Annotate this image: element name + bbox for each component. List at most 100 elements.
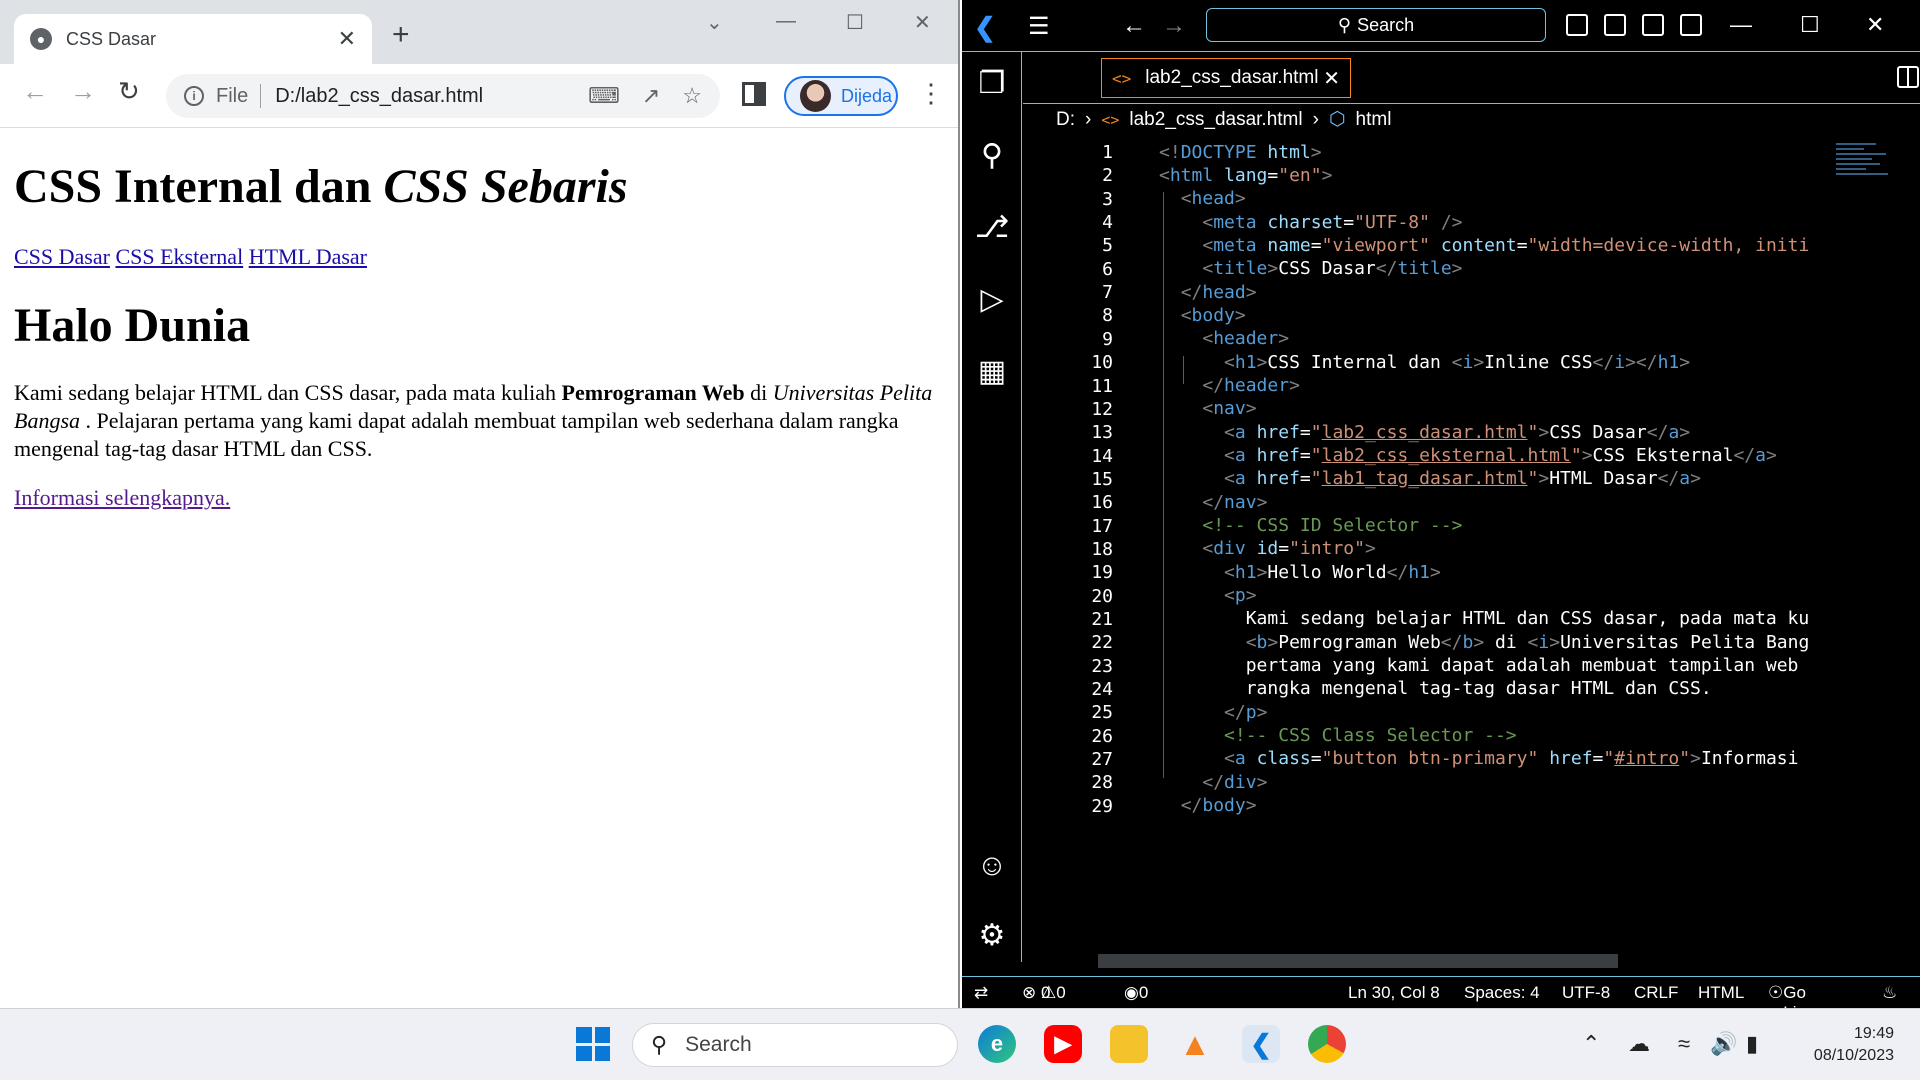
breadcrumb-file[interactable]: lab2_css_dasar.html — [1129, 109, 1302, 131]
profile-button[interactable]: Dijeda — [784, 76, 898, 116]
back-arrow-icon[interactable]: ← — [1122, 12, 1146, 40]
breadcrumb-drive[interactable]: D: — [1056, 109, 1075, 131]
line-number: 20 — [1091, 585, 1113, 607]
search-label: Search — [1357, 14, 1415, 35]
indentation-status[interactable]: Spaces: 4 — [1464, 983, 1540, 1003]
page-content: CSS Internal dan CSS Sebaris CSS Dasar C… — [14, 140, 944, 511]
page-heading: CSS Internal dan CSS Sebaris — [14, 158, 944, 216]
line-number: 19 — [1091, 562, 1113, 584]
code-line: </body> — [1180, 795, 1257, 816]
youtube-icon[interactable]: ▶ — [1044, 1025, 1082, 1063]
edge-icon[interactable]: e — [978, 1025, 1016, 1063]
chrome-icon[interactable] — [1308, 1025, 1346, 1063]
extensions-icon[interactable]: ▦ — [974, 354, 1010, 390]
file-tab[interactable]: <> lab2_css_dasar.html ✕ — [1101, 58, 1351, 98]
line-number: 4 — [1102, 212, 1113, 234]
remote-icon[interactable]: ⇄ — [974, 983, 988, 1003]
search-icon[interactable]: ⚲ — [974, 138, 1010, 174]
minimize-button[interactable]: — — [776, 10, 796, 33]
gear-icon[interactable]: ⚙ — [974, 918, 1010, 954]
scheme-label: File — [216, 84, 249, 107]
info-icon[interactable]: i — [184, 86, 204, 106]
forward-arrow-icon[interactable]: → — [1162, 12, 1186, 40]
hamburger-menu-icon[interactable]: ☰ — [1028, 12, 1050, 41]
browser-tab[interactable]: ● CSS Dasar ✕ — [14, 14, 372, 64]
line-number: 29 — [1091, 795, 1113, 817]
minimap[interactable] — [1836, 140, 1898, 200]
chevron-up-icon[interactable]: ⌃ — [1582, 1031, 1600, 1057]
customize-layout-icon[interactable] — [1680, 14, 1702, 36]
line-number: 25 — [1091, 702, 1113, 724]
maximize-button[interactable]: ☐ — [1800, 12, 1820, 38]
language-status[interactable]: HTML — [1698, 983, 1744, 1003]
back-button[interactable]: ← — [22, 78, 48, 104]
url-text[interactable]: D:/lab2_css_dasar.html — [275, 85, 566, 108]
reload-button[interactable]: ↻ — [118, 78, 140, 104]
toggle-sidebar-icon[interactable] — [1566, 14, 1588, 36]
line-number: 10 — [1091, 352, 1113, 374]
search-label: Search — [685, 1033, 752, 1056]
nav-link-css-eksternal[interactable]: CSS Eksternal — [115, 244, 243, 269]
star-icon[interactable]: ☆ — [682, 83, 702, 109]
close-window-button[interactable]: ✕ — [1866, 12, 1884, 38]
profile-name: Dijeda — [840, 85, 892, 106]
line-number: 9 — [1102, 328, 1113, 350]
clock[interactable]: 19:49 08/10/2023 — [1790, 1023, 1894, 1067]
horizontal-scrollbar[interactable] — [1098, 954, 1618, 968]
vscode-taskbar-icon[interactable]: ❮ — [1242, 1025, 1280, 1063]
cursor-position[interactable]: Ln 30, Col 8 — [1348, 983, 1440, 1003]
wifi-icon[interactable]: ≈ — [1678, 1031, 1690, 1057]
tab-search-icon[interactable]: ⌄ — [706, 10, 723, 35]
explorer-icon[interactable]: ❐ — [974, 66, 1010, 102]
line-number: 1 — [1102, 142, 1113, 163]
toggle-secondary-sidebar-icon[interactable] — [1642, 14, 1664, 36]
ports-status[interactable]: ◉ 0 — [1124, 983, 1148, 1003]
intro-heading: Halo Dunia — [14, 298, 251, 352]
encoding-status[interactable]: UTF-8 — [1562, 983, 1610, 1003]
breadcrumb-symbol[interactable]: html — [1356, 109, 1392, 131]
nav-link-html-dasar[interactable]: HTML Dasar — [249, 244, 367, 269]
minimize-button[interactable]: — — [1730, 12, 1752, 38]
close-tab-icon[interactable]: ✕ — [338, 26, 356, 52]
accounts-icon[interactable]: ☺ — [974, 848, 1010, 884]
volume-icon[interactable]: 🔊 — [1710, 1031, 1737, 1057]
toggle-panel-icon[interactable] — [1604, 14, 1626, 36]
html-file-icon: <> — [1112, 68, 1132, 88]
address-bar[interactable]: i File D:/lab2_css_dasar.html ⌨ ↗ ☆ — [166, 74, 720, 118]
close-window-button[interactable]: ✕ — [914, 10, 931, 35]
forward-button[interactable]: → — [70, 78, 96, 104]
onedrive-icon[interactable]: ☁ — [1628, 1031, 1650, 1057]
taskbar-search[interactable]: ⚲ Search — [632, 1023, 958, 1067]
file-explorer-icon[interactable] — [1110, 1025, 1148, 1063]
close-tab-icon[interactable]: ✕ — [1323, 66, 1340, 91]
page-nav: CSS Dasar CSS Eksternal HTML Dasar — [14, 244, 944, 270]
eol-status[interactable]: CRLF — [1634, 983, 1678, 1003]
start-button[interactable] — [576, 1027, 610, 1061]
more-info-link[interactable]: Informasi selengkapnya. — [14, 485, 230, 510]
side-panel-icon[interactable] — [742, 82, 766, 106]
share-icon[interactable]: ↗ — [642, 83, 660, 109]
source-control-icon[interactable]: ⎇ — [974, 210, 1010, 246]
battery-icon[interactable]: ▮ — [1746, 1031, 1758, 1057]
go-live-button[interactable]: ☉ Go Live — [1768, 983, 1814, 1022]
nav-link-css-dasar[interactable]: CSS Dasar — [14, 244, 110, 269]
code-line: <a href="lab1_tag_dasar.html">HTML Dasar… — [1224, 468, 1701, 489]
bell-icon[interactable]: ♨ — [1882, 983, 1897, 1003]
translate-icon[interactable]: ⌨ — [588, 83, 620, 109]
menu-icon[interactable]: ⋮ — [918, 80, 944, 106]
split-editor-icon[interactable] — [1897, 66, 1919, 88]
code-line: <!-- CSS ID Selector --> — [1202, 515, 1463, 536]
vscode-titlebar: ❮ ☰ ← → ⚲ Search — ☐ ✕ — [962, 0, 1920, 52]
code-line: </nav> — [1202, 492, 1268, 513]
errors-status[interactable]: ⊗ 0 ⚠ 0 — [1022, 983, 1066, 1003]
run-debug-icon[interactable]: ▷ — [974, 282, 1010, 318]
maximize-button[interactable]: ☐ — [846, 10, 864, 35]
line-number: 15 — [1091, 468, 1113, 490]
code-line: pertama yang kami dapat adalah membuat t… — [1159, 655, 1799, 676]
taskbar: ⚲ Search e ▶ ▲ ❮ ⌃ ☁ ≈ 🔊 ▮ 19:49 08/10/20… — [0, 1008, 1920, 1080]
command-center-search[interactable]: ⚲ Search — [1206, 8, 1546, 42]
new-tab-button[interactable]: + — [392, 20, 410, 50]
code-editor[interactable]: 1 2 3 4 5 6 7 8 9 10 11 12 13 14 15 16 17 18 19 20 21 22 23 24 2… — [1023, 140, 1920, 962]
vlc-icon[interactable]: ▲ — [1176, 1025, 1214, 1063]
date: 08/10/2023 — [1813, 1047, 1894, 1064]
